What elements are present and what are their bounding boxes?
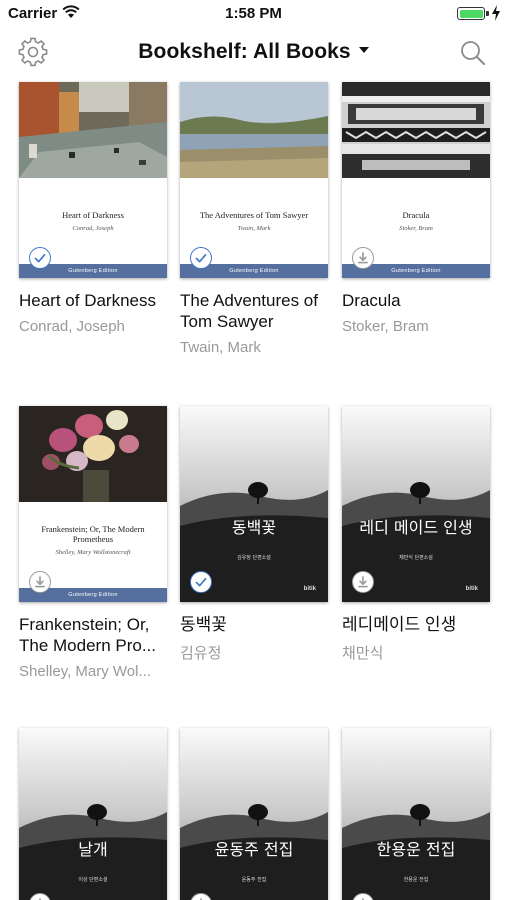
publisher-logo: bitik (465, 586, 478, 592)
book-title: 동백꽃 (180, 615, 227, 634)
cover-title: 한용운 전집 (376, 840, 456, 859)
book-title: Dracula (342, 291, 401, 310)
cover-title: Heart of Darkness (62, 210, 124, 220)
book-cover[interactable]: • • • • • • • • • • 한용운 전집 한용운 전집 (342, 728, 490, 900)
cover-painting (180, 82, 328, 178)
book-author: 채만식 (342, 645, 384, 662)
book-cover[interactable]: • • • • • • • • • • 레디 메이드 인생 채만식 단편소설 b… (342, 406, 490, 602)
cover-author: Shelley, Mary Wollstonecraft (55, 549, 131, 556)
status-bar: Carrier 1:58 PM (0, 0, 507, 28)
cover-subtitle: 이상 단편소설 (78, 877, 108, 883)
cover-dots: • • • • • • • • • • (203, 738, 304, 743)
publisher-logo: bitik (303, 586, 316, 592)
book-cover[interactable]: Frankenstein; Or, The Modern Prometheus … (19, 406, 167, 602)
book-author: 김유정 (180, 645, 222, 662)
download-icon[interactable] (352, 571, 374, 593)
charging-icon (492, 5, 500, 21)
cover-subtitle: 윤동주 전집 (241, 877, 267, 883)
book-cover[interactable]: Dracula Stoker, Bram Gutenberg Edition (342, 82, 490, 278)
battery-tip (486, 11, 489, 16)
cover-dots: • • • • • • • • • • (365, 738, 466, 743)
cover-dots: • • • • • • • • • • (42, 738, 143, 743)
cover-author: Stoker, Bram (399, 225, 433, 232)
clock: 1:58 PM (225, 5, 282, 22)
cover-title: The Adventures of Tom Sawyer (199, 210, 309, 220)
download-icon[interactable] (352, 247, 374, 269)
cover-title: Frankenstein; Or, The Modern Prometheus (41, 524, 145, 544)
checkmark-icon (190, 247, 212, 269)
cover-ornament (342, 82, 490, 178)
cover-title: 레디 메이드 인생 (359, 518, 473, 537)
cover-title: 윤동주 전집 (214, 840, 294, 859)
book-cover[interactable]: • • • • • • • • • • 날개 이상 단편소설 (19, 728, 167, 900)
cover-author: Twain, Mark (237, 225, 271, 232)
cover-painting (19, 406, 167, 502)
chevron-down-icon (358, 47, 369, 54)
battery-icon (457, 7, 485, 20)
navigation-bar: Bookshelf: All Books (0, 28, 507, 78)
download-icon[interactable] (29, 571, 51, 593)
cover-painting (19, 82, 167, 178)
book-cover[interactable]: Heart of Darkness Conrad, Joseph Gutenbe… (19, 82, 167, 278)
cover-author: Conrad, Joseph (72, 225, 114, 232)
book-author: Conrad, Joseph (19, 318, 125, 335)
book-title: 레디메이드 인생 (342, 615, 457, 634)
book-title: Frankenstein; Or, The Modern Pro... (19, 615, 157, 655)
book-title: The Adventures of Tom Sawyer (180, 291, 318, 331)
book-title: Heart of Darkness (19, 291, 156, 310)
book-author: Stoker, Bram (342, 318, 429, 335)
checkmark-icon (29, 247, 51, 269)
bookshelf-selector[interactable]: Bookshelf: All Books (0, 40, 507, 64)
book-author: Shelley, Mary Wol... (19, 663, 151, 680)
book-author: Twain, Mark (180, 339, 261, 356)
checkmark-icon (190, 571, 212, 593)
book-cover[interactable]: • • • • • • • • • • 윤동주 전집 윤동주 전집 (180, 728, 328, 900)
book-cover[interactable]: • • • • • • • • • • 동백꽃 김유정 단편소설 bitik (180, 406, 328, 602)
cover-title: 동백꽃 (231, 518, 277, 537)
cover-title: Dracula (402, 210, 430, 220)
cover-subtitle: 한용운 전집 (403, 877, 429, 883)
cover-dots: • • • • • • • • • • (203, 416, 304, 421)
search-icon[interactable] (459, 39, 487, 67)
cover-title: 날개 (78, 840, 108, 859)
book-cover[interactable]: The Adventures of Tom Sawyer Twain, Mark… (180, 82, 328, 278)
page-title: Bookshelf: All Books (138, 40, 351, 63)
cover-dots: • • • • • • • • • • (365, 416, 466, 421)
cover-subtitle: 김유정 단편소설 (237, 555, 271, 561)
cover-subtitle: 채만식 단편소설 (399, 555, 433, 561)
